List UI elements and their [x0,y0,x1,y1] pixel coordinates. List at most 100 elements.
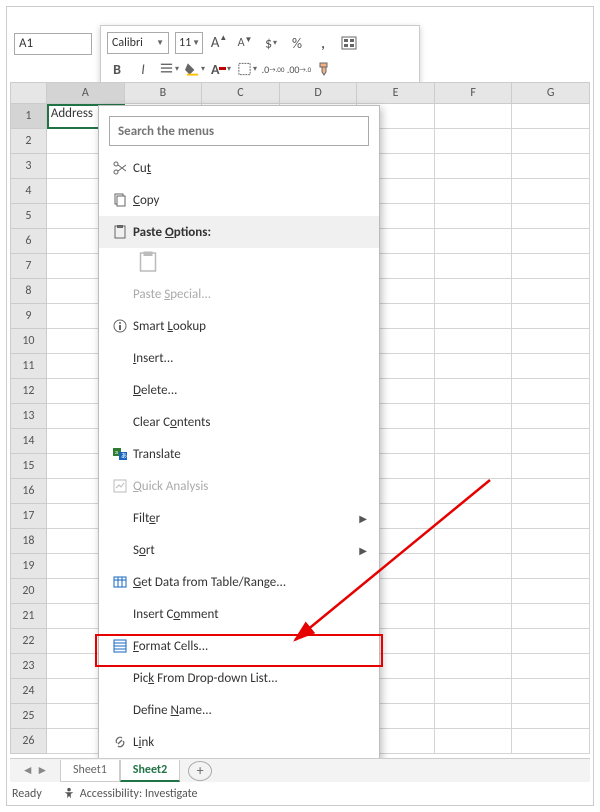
menu-item-get-data[interactable]: Get Data from Table/Range... [99,566,379,598]
row-header[interactable]: 16 [10,479,47,504]
cell[interactable] [512,154,590,179]
cell[interactable] [512,629,590,654]
cell[interactable] [435,354,513,379]
row-header[interactable]: 5 [10,204,47,229]
cell[interactable] [512,529,590,554]
menu-search-input[interactable] [109,116,369,146]
row-header[interactable]: 1 [10,104,47,129]
accessibility-status[interactable]: Accessibility: Investigate [62,787,198,801]
cell[interactable] [512,329,590,354]
cell[interactable] [512,129,590,154]
conditional-format-icon[interactable] [339,33,359,53]
increase-font-icon[interactable]: A▲ [209,33,229,53]
cell[interactable] [512,229,590,254]
menu-item-insert[interactable]: Insert... [99,342,379,374]
cell[interactable] [512,104,590,129]
cell[interactable] [435,429,513,454]
row-header[interactable]: 24 [10,679,47,704]
cell[interactable] [435,229,513,254]
menu-item-sort[interactable]: Sort▶ [99,534,379,566]
menu-item-cut[interactable]: Cut [99,152,379,184]
cell[interactable] [435,629,513,654]
percent-icon[interactable]: % [287,33,307,53]
cell[interactable] [512,704,590,729]
row-header[interactable]: 12 [10,379,47,404]
menu-item-define-name[interactable]: Define Name... [99,694,379,726]
cell[interactable] [512,179,590,204]
menu-item-smart-lookup[interactable]: Smart Lookup [99,310,379,342]
column-header[interactable]: D [280,82,358,104]
sheet-tab[interactable]: Sheet1 [60,760,120,782]
cell[interactable] [435,279,513,304]
menu-item-pick-list[interactable]: Pick From Drop-down List... [99,662,379,694]
cell[interactable] [512,679,590,704]
row-header[interactable]: 15 [10,454,47,479]
cell[interactable] [512,304,590,329]
row-header[interactable]: 22 [10,629,47,654]
cell[interactable] [435,704,513,729]
row-header[interactable]: 21 [10,604,47,629]
cell[interactable] [435,729,513,754]
column-header[interactable]: G [512,82,590,104]
cell[interactable] [435,204,513,229]
row-header[interactable]: 20 [10,579,47,604]
row-header[interactable]: 6 [10,229,47,254]
cell[interactable] [512,404,590,429]
fill-color-icon[interactable]: ▾ [185,59,205,79]
column-header[interactable]: B [125,82,203,104]
cell[interactable] [435,479,513,504]
row-header[interactable]: 25 [10,704,47,729]
row-header[interactable]: 8 [10,279,47,304]
row-header[interactable]: 17 [10,504,47,529]
font-color-icon[interactable]: A▾ [211,59,231,79]
menu-item-insert-comment[interactable]: Insert Comment [99,598,379,630]
cell[interactable] [435,454,513,479]
cell[interactable] [435,329,513,354]
menu-item-paste-options[interactable]: Paste Options: [99,216,379,248]
cell[interactable] [435,529,513,554]
cell[interactable] [512,254,590,279]
menu-item-delete[interactable]: Delete... [99,374,379,406]
cell[interactable] [435,104,513,129]
cell[interactable] [435,404,513,429]
increase-decimal-icon[interactable]: .0→.00 [263,59,283,79]
select-all-corner[interactable] [10,82,47,104]
menu-item-format-cells[interactable]: Format Cells... [99,630,379,662]
bold-icon[interactable]: B [107,59,127,79]
menu-item-link[interactable]: Link [99,726,379,758]
cell[interactable] [435,254,513,279]
column-header[interactable]: F [435,82,513,104]
menu-item-filter[interactable]: Filter▶ [99,502,379,534]
row-header[interactable]: 9 [10,304,47,329]
name-box[interactable]: A1 [14,33,92,55]
cell[interactable] [435,154,513,179]
align-icon[interactable]: ▾ [159,59,179,79]
row-header[interactable]: 26 [10,729,47,754]
column-header[interactable]: C [202,82,280,104]
cell[interactable] [435,379,513,404]
comma-style-icon[interactable]: , [313,33,333,53]
cell[interactable] [512,729,590,754]
cell[interactable] [435,304,513,329]
sheet-tab[interactable]: Sheet2 [120,760,180,782]
cell[interactable] [512,504,590,529]
cell[interactable] [435,554,513,579]
row-header[interactable]: 2 [10,129,47,154]
cell[interactable] [512,354,590,379]
cell[interactable] [435,654,513,679]
row-header[interactable]: 14 [10,429,47,454]
sheet-nav[interactable]: ◄ ► [10,763,60,778]
italic-icon[interactable]: I [133,59,153,79]
border-icon[interactable]: ▾ [237,59,257,79]
row-header[interactable]: 4 [10,179,47,204]
cell[interactable] [435,179,513,204]
font-size-select[interactable]: 11 ▼ [175,32,203,54]
cell[interactable] [512,279,590,304]
column-header[interactable]: A [47,82,125,104]
cell[interactable] [435,579,513,604]
cell[interactable] [512,654,590,679]
cell[interactable] [435,129,513,154]
column-header[interactable]: E [357,82,435,104]
format-painter-icon[interactable] [315,59,335,79]
row-header[interactable]: 18 [10,529,47,554]
